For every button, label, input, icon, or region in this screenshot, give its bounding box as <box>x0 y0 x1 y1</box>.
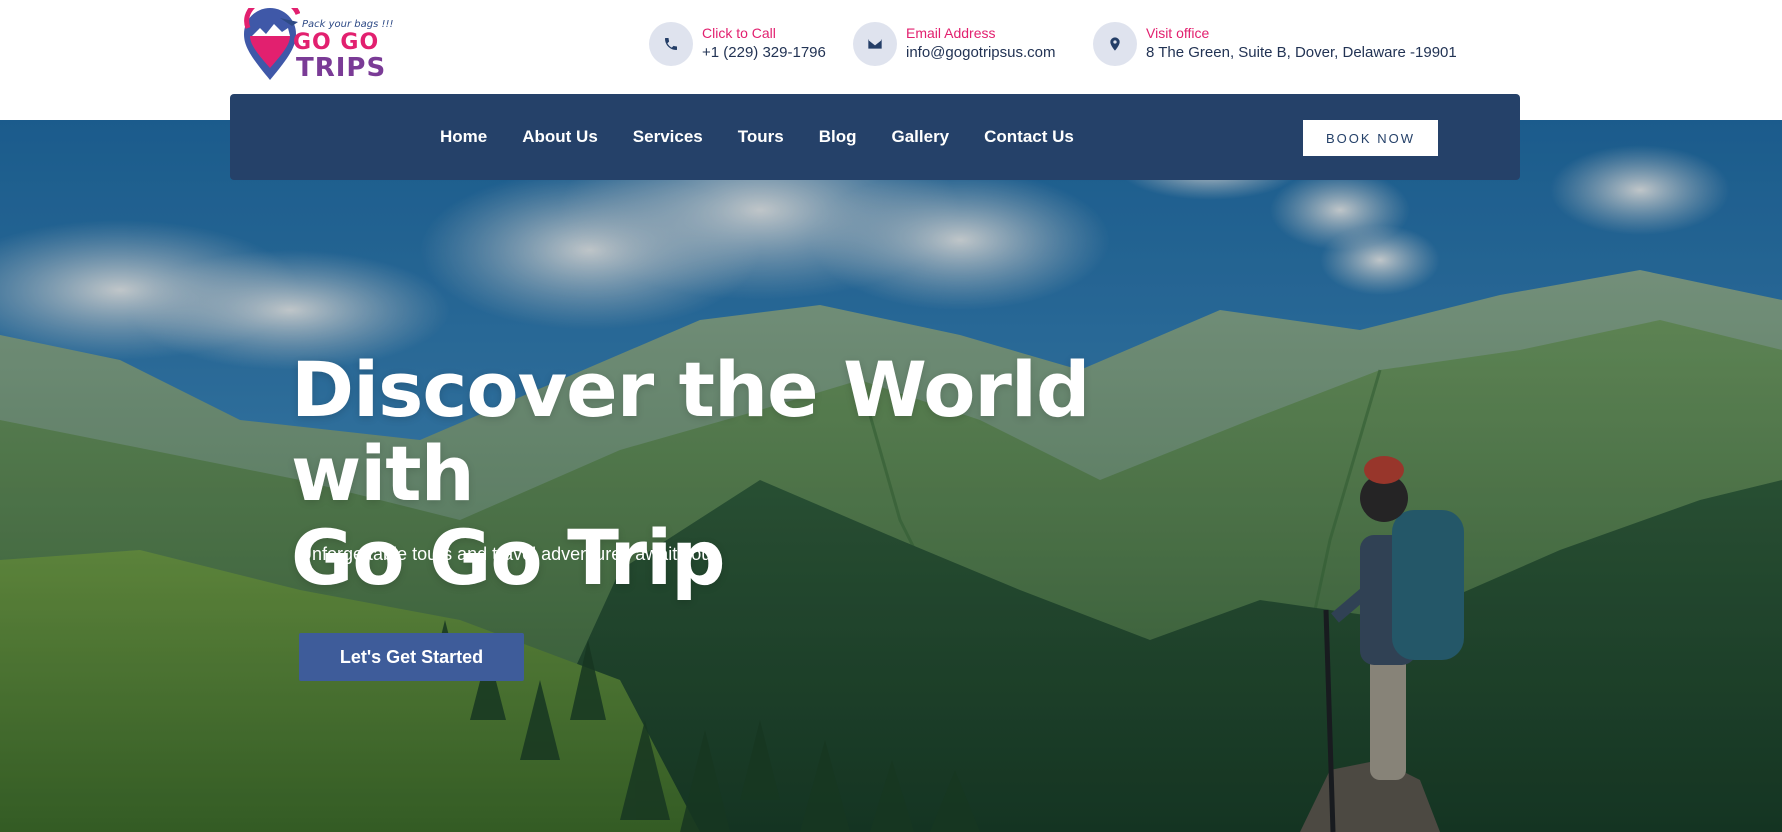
nav-item-home[interactable]: Home <box>440 127 487 147</box>
contact-email-value[interactable]: info@gogotripsus.com <box>906 42 1055 64</box>
nav-item-tours[interactable]: Tours <box>738 127 784 147</box>
logo-word-gogo: GO GO <box>293 30 380 55</box>
logo-word-trips: TRIPS <box>296 53 387 83</box>
contact-call-label: Click to Call <box>702 25 776 41</box>
map-pin-icon <box>1093 22 1137 66</box>
phone-icon <box>649 22 693 66</box>
nav-item-gallery[interactable]: Gallery <box>891 127 949 147</box>
site-logo[interactable]: Pack your bags !!! GO GO TRIPS <box>240 8 410 83</box>
hero-subtitle: Unforgettable tours and travel adventure… <box>299 544 717 564</box>
nav-item-about-us[interactable]: About Us <box>522 127 598 147</box>
contact-call-value[interactable]: +1 (229) 329-1796 <box>702 42 826 64</box>
contact-email-label: Email Address <box>906 25 996 41</box>
map-pin-logo-icon <box>244 8 300 80</box>
hero-title-line-1: Discover the World with <box>291 345 1090 518</box>
nav-item-blog[interactable]: Blog <box>819 127 857 147</box>
envelope-icon <box>853 22 897 66</box>
nav-menu: Home About Us Services Tours Blog Galler… <box>440 94 1109 180</box>
main-navbar: Home About Us Services Tours Blog Galler… <box>230 94 1520 180</box>
contact-office-label: Visit office <box>1146 25 1210 41</box>
book-now-button[interactable]: BOOK NOW <box>1303 120 1438 156</box>
nav-item-contact-us[interactable]: Contact Us <box>984 127 1074 147</box>
contact-office[interactable]: Visit office 8 The Green, Suite B, Dover… <box>1093 22 1457 66</box>
nav-item-services[interactable]: Services <box>633 127 703 147</box>
logo-tagline: Pack your bags !!! <box>302 19 394 30</box>
get-started-button[interactable]: Let's Get Started <box>299 633 524 681</box>
contact-call[interactable]: Click to Call +1 (229) 329-1796 <box>649 22 826 66</box>
contact-email[interactable]: Email Address info@gogotripsus.com <box>853 22 1055 66</box>
contact-office-value: 8 The Green, Suite B, Dover, Delaware -1… <box>1146 44 1457 61</box>
